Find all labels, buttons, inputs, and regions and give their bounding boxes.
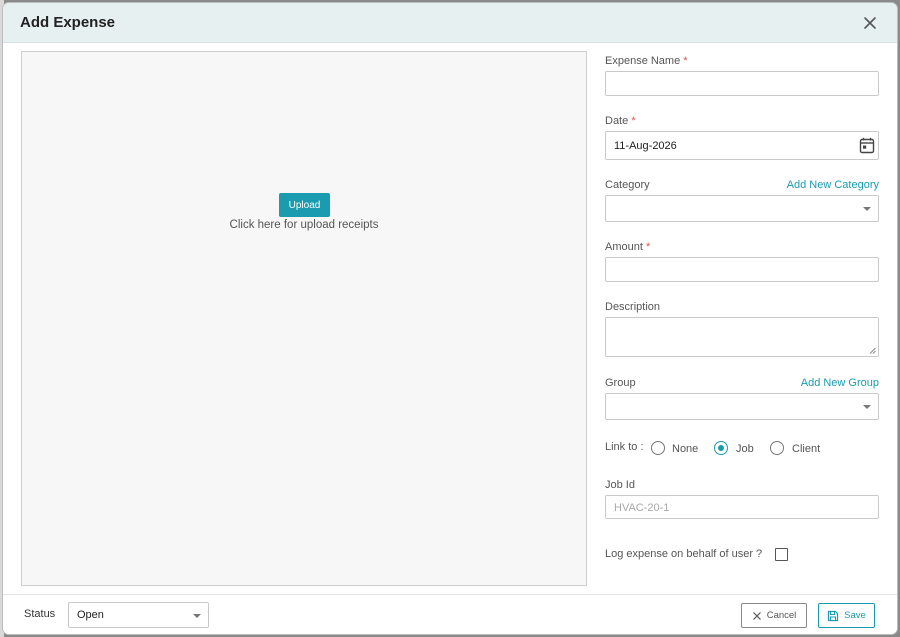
chevron-down-icon [863,405,871,409]
chevron-down-icon [193,614,201,618]
group-label: Group [605,377,636,389]
group-select[interactable] [605,393,879,420]
add-new-group-link[interactable]: Add New Group [801,377,879,389]
category-label: Category [605,179,650,191]
add-new-category-link[interactable]: Add New Category [787,179,879,191]
close-icon [752,611,761,620]
radio-none[interactable] [651,441,665,455]
resize-grip-icon[interactable] [869,347,876,354]
radio-client[interactable] [770,441,784,455]
radio-none-label: None [672,443,699,455]
close-button[interactable] [859,12,881,34]
radio-job-label: Job [736,443,754,455]
category-select[interactable] [605,195,879,222]
chevron-down-icon [863,207,871,211]
calendar-icon[interactable] [859,137,875,154]
save-icon [828,610,839,621]
expense-name-label: Expense Name * [605,55,688,67]
status-select[interactable]: Open [68,602,209,628]
log-on-behalf-checkbox[interactable] [775,548,788,561]
log-on-behalf-label: Log expense on behalf of user ? [605,548,763,560]
expense-name-input[interactable] [605,71,879,96]
dialog-header: Add Expense [3,3,897,43]
link-to-label: Link to : [605,441,644,453]
dialog-footer: Status Open Cancel Save [3,594,897,634]
dialog-title: Add Expense [20,14,116,31]
radio-client-label: Client [792,443,821,455]
job-id-input[interactable]: HVAC-20-1 [605,495,879,519]
amount-input[interactable] [605,257,879,282]
amount-label: Amount * [605,241,651,253]
status-label: Status [24,608,56,620]
date-input[interactable]: 11-Aug-2026 [605,131,879,160]
close-icon [864,17,876,29]
date-label: Date * [605,115,636,127]
radio-job[interactable] [714,441,728,455]
description-label: Description [605,301,661,313]
job-id-label: Job Id [605,479,635,491]
save-button[interactable]: Save [818,603,875,628]
cancel-button[interactable]: Cancel [741,603,807,628]
upload-hint: Click here for upload receipts [229,219,379,231]
receipt-upload-area[interactable]: Upload Click here for upload receipts [21,51,587,586]
description-textarea[interactable] [605,317,879,357]
add-expense-dialog: Add Expense Upload Click here for upload… [3,3,897,634]
upload-button[interactable]: Upload [279,193,330,217]
